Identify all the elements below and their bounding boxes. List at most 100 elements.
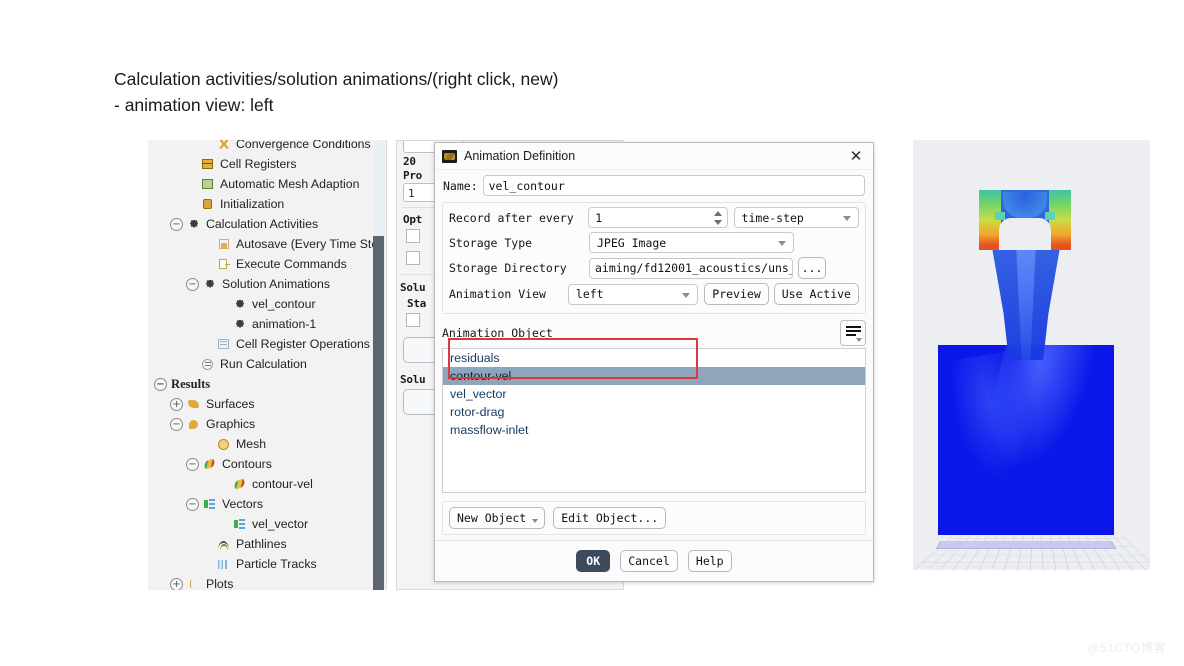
collapse-icon[interactable]: − [170,417,183,431]
storage-directory-label: Storage Directory [449,261,567,275]
name-input[interactable]: vel_contour [482,175,865,196]
tree-item-vel-contour[interactable]: vel_contour [148,294,386,314]
collapse-icon[interactable]: − [186,497,199,511]
new-object-button[interactable]: New Object [449,507,546,529]
tree-item-solution-animations[interactable]: − Solution Animations [148,274,386,294]
nozzle-contour [979,190,1071,250]
tree-item-plots[interactable]: + Plots [148,574,386,590]
animation-definition-dialog[interactable]: Animation Definition ✕ Name: vel_contour… [434,142,874,582]
tree-item-execute-commands[interactable]: Execute Commands [148,254,386,274]
tree-item-label: Convergence Conditions [236,140,371,151]
tree-item-label: Mesh [236,437,267,451]
animation-object-item[interactable]: residuals [443,349,865,367]
nozzle-right-shelf [1045,212,1055,220]
outline-tree[interactable]: Convergence Conditions Cell Registers Auto… [148,140,386,590]
tree-item-cell-register-operations[interactable]: Cell Register Operations [148,334,386,354]
stepper-arrows-icon[interactable] [713,210,723,226]
tree-item-run-calculation[interactable]: Run Calculation [148,354,386,374]
close-icon[interactable]: ✕ [845,145,867,167]
preview-button[interactable]: Preview [704,283,769,305]
tree-item-pathlines[interactable]: Pathlines [148,534,386,554]
storage-type-select[interactable]: JPEG Image [589,232,794,253]
watermark: @51CTO博客 [1087,641,1166,655]
tree-item-particle-tracks[interactable]: Particle Tracks [148,554,386,574]
collapse-icon[interactable]: − [154,377,167,391]
tree-item-surfaces[interactable]: + Surfaces [148,394,386,414]
tree-item-initialization[interactable]: Initialization [148,194,386,214]
expand-icon[interactable]: + [170,397,183,411]
ok-button[interactable]: OK [576,550,611,572]
page-caption: Calculation activities/solution animatio… [114,66,814,118]
tree-item-label: Autosave (Every Time Ste [236,237,379,251]
tree-item-contour-vel[interactable]: contour-vel [148,474,386,494]
bg-checkbox-1[interactable] [406,229,420,243]
tree-item-label: contour-vel [252,477,313,491]
collapse-icon[interactable]: − [186,277,199,291]
base-slab [935,541,1117,549]
animation-view-label: Animation View [449,287,546,301]
record-unit-select[interactable]: time-step [733,207,859,228]
tree-item-automatic-mesh-adaption[interactable]: Automatic Mesh Adaption [148,174,386,194]
storage-directory-input[interactable]: aiming/fd12001_acoustics/uns_fluid [589,257,793,279]
tree-item-label: Solution Animations [222,277,331,291]
caption-line-2: - animation view: left [114,95,274,115]
tree-item-label: Cell Registers [220,157,297,171]
tree-item-animation-1[interactable]: animation-1 [148,314,386,334]
storage-directory-row: Storage Directory aiming/fd12001_acousti… [449,257,859,279]
tree-item-results[interactable]: − Results [148,374,386,394]
bg-checkbox-3[interactable] [406,313,420,327]
nozzle-left-band [979,190,1001,250]
animation-object-item[interactable]: vel_vector [443,385,865,403]
tree-item-calculation-activities[interactable]: − Calculation Activities [148,214,386,234]
animation-object-list[interactable]: residuals contour-vel vel_vector rotor-drag… [442,348,866,493]
collapse-icon[interactable]: − [186,457,199,471]
nozzle-core [1003,192,1047,218]
tree-item-contours[interactable]: − Contours [148,454,386,474]
tree-item-vectors[interactable]: − Vectors [148,494,386,514]
storage-type-row: Storage Type JPEG Image [449,232,859,253]
help-button[interactable]: Help [687,550,732,572]
outline-tree-panel[interactable]: Convergence Conditions Cell Registers Auto… [148,140,387,590]
animation-object-item[interactable]: contour-vel [443,367,865,385]
tree-scrollbar[interactable] [373,140,385,590]
expand-icon[interactable]: + [170,577,183,590]
tree-item-mesh[interactable]: Mesh [148,434,386,454]
record-interval-stepper[interactable]: 1 [588,207,728,228]
tree-item-label: Vectors [222,497,264,511]
bg-label-status: Sta [407,297,426,310]
collapse-icon[interactable]: − [170,217,183,231]
animation-object-item[interactable]: rotor-drag [443,403,865,421]
storage-directory-browse-button[interactable]: ... [798,257,826,279]
graphics-render-view[interactable] [913,140,1150,570]
tree-item-cell-registers[interactable]: Cell Registers [148,154,386,174]
list-menu-icon[interactable] [840,320,866,346]
cancel-button[interactable]: Cancel [620,550,678,572]
convergence-icon [217,140,231,151]
animation-object-item[interactable]: massflow-inlet [443,421,865,439]
tree-scrollbar-thumb[interactable] [373,236,384,590]
use-active-button[interactable]: Use Active [773,283,859,305]
fluid-domain-contour [938,345,1114,535]
mesh-icon [217,438,231,451]
tree-item-label: Particle Tracks [236,557,317,571]
dialog-footer: OK Cancel Help [435,540,873,581]
pathlines-icon [217,538,231,551]
gear-icon [187,218,201,231]
tree-item-autosave-every-time-ste[interactable]: Autosave (Every Time Ste [148,234,386,254]
bg-checkbox-2[interactable] [406,251,420,265]
edit-object-button[interactable]: Edit Object... [553,507,667,529]
tree-item-vel-vector[interactable]: vel_vector [148,514,386,534]
animation-view-select[interactable]: left [567,283,699,305]
tree-item-convergence-conditions[interactable]: Convergence Conditions [148,140,386,154]
name-row: Name: vel_contour [435,170,873,200]
tree-item-graphics[interactable]: − Graphics [148,414,386,434]
vectors-icon [233,518,247,531]
object-buttons-group: New Object Edit Object... [442,501,866,535]
